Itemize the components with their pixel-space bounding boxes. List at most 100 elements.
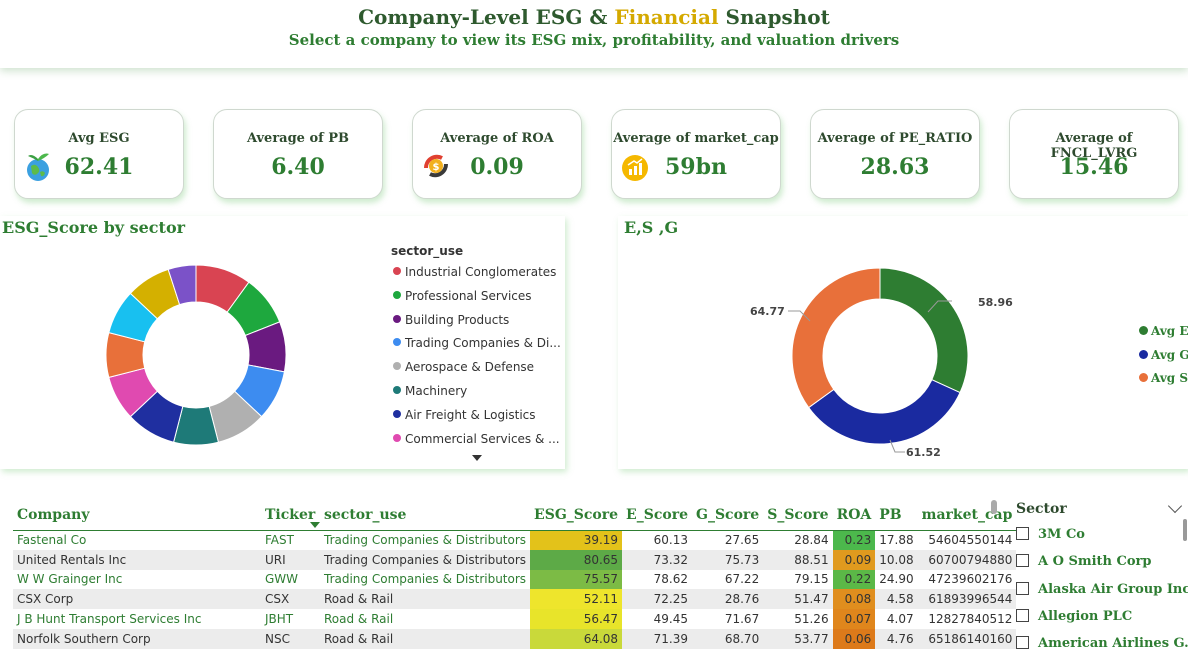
col-e-score[interactable]: E_Score	[622, 500, 692, 531]
page-subtitle: Select a company to view its ESG mix, pr…	[288, 31, 900, 49]
legend-avg-g: Avg G	[1139, 348, 1188, 362]
cell-s: 79.15	[794, 572, 829, 587]
slicer-item-label: A O Smith Corp	[1038, 554, 1152, 569]
cell-esg: 52.11	[530, 589, 623, 610]
slicer-item-3m[interactable]: 3M Co	[1016, 527, 1085, 545]
cell-roa: 0.22	[832, 569, 876, 590]
legend-label: Avg S	[1151, 371, 1188, 385]
col-esg-score[interactable]: ESG_Score	[530, 500, 623, 531]
legend-more-icon[interactable]	[472, 455, 482, 461]
legend-label: Avg E	[1151, 324, 1188, 338]
legend-dot	[1139, 373, 1148, 382]
esg-label-s: 64.77	[750, 305, 785, 318]
legend-label: Trading Companies & Di...	[405, 336, 561, 351]
legend-item[interactable]: Trading Companies & Di...	[393, 336, 561, 352]
cell-market-cap: 47239602176	[928, 572, 1013, 587]
cell-company: Fastenal Co	[17, 533, 87, 548]
checkbox[interactable]	[1016, 582, 1029, 595]
cell-e: 49.45	[653, 612, 688, 627]
slicer-item-label: Allegion PLC	[1038, 609, 1133, 624]
table-row[interactable]: Fastenal Co FAST Trading Companies & Dis…	[13, 530, 1016, 550]
col-company[interactable]: Company	[13, 500, 261, 531]
legend-dot	[393, 409, 401, 418]
chevron-down-icon[interactable]	[1167, 498, 1183, 514]
checkbox[interactable]	[1016, 554, 1029, 567]
col-s-score[interactable]: S_Score	[763, 500, 833, 531]
legend-item[interactable]: Air Freight & Logistics	[393, 408, 536, 424]
legend-item[interactable]: Aerospace & Defense	[393, 360, 534, 376]
table-row[interactable]: W W Grainger Inc GWW Trading Companies &…	[13, 569, 1016, 590]
title-part1: Company-Level ESG &	[358, 5, 615, 29]
cell-pb: 4.58	[875, 589, 918, 610]
cell-ticker: CSX	[261, 589, 320, 610]
header: Company-Level ESG & Financial Snapshot S…	[0, 0, 1188, 68]
cell-s: 53.77	[763, 628, 833, 649]
table-row[interactable]: United Rentals Inc URI Trading Companies…	[13, 549, 1017, 570]
cell-e: 73.32	[622, 549, 692, 570]
legend-dot	[393, 362, 401, 371]
table-row[interactable]: CSX Corp CSX Road & Rail 52.11 72.25 28.…	[13, 589, 1017, 610]
col-roa[interactable]: ROA	[832, 500, 876, 531]
title-accent: Financial	[614, 5, 719, 29]
checkbox[interactable]	[1016, 527, 1029, 540]
cell-market-cap: 65186140160	[917, 628, 1017, 649]
legend-label: Machinery	[405, 384, 468, 398]
checkbox[interactable]	[1016, 636, 1029, 649]
kpi-average-pb: Average of PB 6.40	[213, 109, 383, 199]
title-part2: Snapshot	[718, 5, 830, 29]
legend-label: Commercial Services & ...	[405, 431, 560, 446]
cell-g: 27.65	[724, 533, 760, 548]
legend-dot	[1139, 350, 1148, 359]
page-title: Company-Level ESG & Financial Snapshot	[0, 0, 1188, 29]
col-pb[interactable]: PB	[875, 500, 918, 531]
cell-company: Norfolk Southern Corp	[13, 628, 261, 649]
cell-sector: Trading Companies & Distributors	[320, 549, 531, 570]
kpi-value: 15.46	[1059, 154, 1129, 180]
legend-label: Building Products	[405, 312, 510, 327]
legend-item[interactable]: Industrial Conglomerates	[393, 265, 556, 281]
checkbox[interactable]	[1016, 609, 1029, 622]
kpi-label: Average of ROA	[440, 131, 554, 146]
cell-ticker: JBHT	[265, 612, 294, 627]
cell-ticker: FAST	[265, 533, 294, 548]
cell-sector: Road & Rail	[320, 628, 531, 649]
legend-dot	[393, 290, 401, 299]
legend-item[interactable]: Commercial Services & ...	[393, 432, 560, 448]
legend-item[interactable]: Professional Services	[393, 289, 532, 305]
col-sector-use[interactable]: sector_use	[310, 500, 531, 531]
cell-ticker: URI	[261, 549, 320, 570]
kpi-average-market-cap: Average of market_cap 59bn	[611, 109, 781, 199]
legend-item[interactable]: Building Products	[393, 313, 509, 329]
table-row[interactable]: J B Hunt Transport Services Inc JBHT Roa…	[13, 609, 1016, 629]
cell-e: 60.13	[653, 533, 688, 548]
slicer-item-alaska-air[interactable]: Alaska Air Group Inc	[1016, 582, 1188, 600]
kpi-value: 62.41	[64, 154, 134, 180]
cell-e: 78.62	[653, 572, 688, 587]
table-row[interactable]: Norfolk Southern Corp NSC Road & Rail 64…	[13, 628, 1017, 649]
kpi-label: Average of PB	[246, 131, 350, 146]
table-scrollbar[interactable]	[991, 500, 997, 514]
slicer-item-american-airlines[interactable]: American Airlines G...	[1016, 636, 1188, 654]
esg-leader-lines	[788, 300, 952, 453]
kpi-average-fncl-lvrg: Average of FNCL_LVRG 15.46	[1009, 109, 1179, 199]
company-table: Company Ticker sector_use ESG_Score E_Sc…	[13, 500, 1017, 649]
slicer-scrollbar[interactable]	[1183, 519, 1187, 541]
kpi-value: 28.63	[860, 154, 930, 180]
legend-dot	[393, 433, 401, 442]
slicer-item-label: 3M Co	[1038, 527, 1085, 542]
slicer-item-ao-smith[interactable]: A O Smith Corp	[1016, 554, 1151, 572]
cell-e: 71.39	[622, 628, 692, 649]
cell-g: 68.70	[691, 628, 764, 649]
cell-market-cap: 54604550144	[928, 533, 1013, 548]
legend-dot	[393, 267, 401, 275]
slicer-item-allegion[interactable]: Allegion PLC	[1016, 609, 1132, 627]
legend-avg-s: Avg S	[1139, 371, 1188, 385]
kpi-label: Average of market_cap	[613, 131, 779, 146]
col-market-cap[interactable]: market_cap	[917, 500, 1017, 531]
cell-s: 51.47	[763, 589, 833, 610]
col-sector-label: sector_use	[324, 506, 407, 523]
cell-market-cap: 60700794880	[917, 549, 1017, 570]
legend-item[interactable]: Machinery	[393, 384, 467, 400]
kpi-label: Avg ESG	[68, 131, 130, 146]
col-g-score[interactable]: G_Score	[691, 500, 764, 531]
